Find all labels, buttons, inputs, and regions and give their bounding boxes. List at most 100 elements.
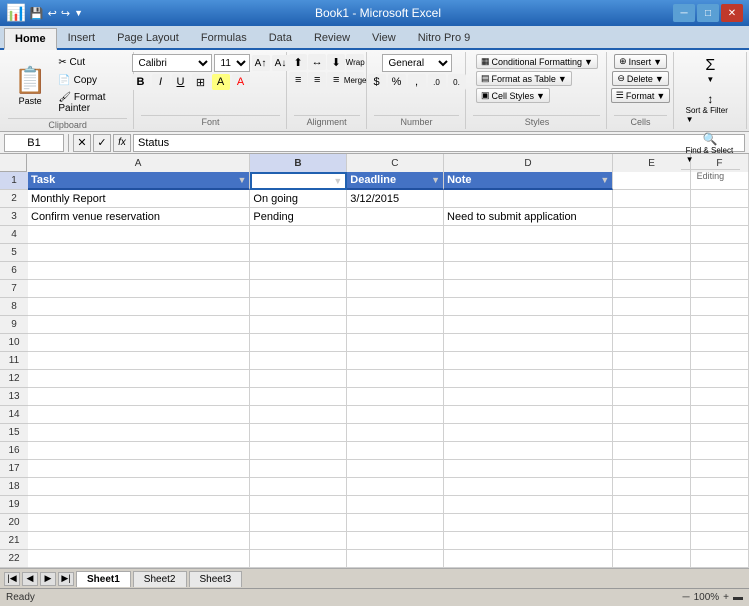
list-item[interactable]: [444, 388, 613, 406]
find-select-button[interactable]: 🔍 Find & Select ▼: [681, 129, 740, 167]
row-number[interactable]: 5: [0, 244, 28, 262]
cut-button[interactable]: ✂ Cut: [54, 54, 127, 70]
list-item[interactable]: [347, 478, 444, 496]
insert-cells-button[interactable]: ⊕ Insert ▼: [614, 54, 667, 69]
list-item[interactable]: [444, 190, 613, 208]
list-item[interactable]: [444, 442, 613, 460]
align-left-button[interactable]: ≡: [289, 72, 307, 88]
dropdown-arrow-icon[interactable]: ▼: [237, 175, 246, 185]
list-item[interactable]: [250, 424, 347, 442]
row-number[interactable]: 15: [0, 424, 28, 442]
list-item[interactable]: [691, 316, 749, 334]
list-item[interactable]: Confirm venue reservation: [28, 208, 250, 226]
row-number[interactable]: 9: [0, 316, 28, 334]
list-item[interactable]: [250, 352, 347, 370]
increase-font-icon[interactable]: A↑: [252, 55, 270, 71]
list-item[interactable]: [444, 460, 613, 478]
next-sheet-button[interactable]: ▶: [40, 572, 56, 586]
list-item[interactable]: [28, 316, 250, 334]
list-item[interactable]: [28, 550, 250, 568]
row-number[interactable]: 18: [0, 478, 28, 496]
tab-insert[interactable]: Insert: [57, 26, 107, 48]
list-item[interactable]: [28, 478, 250, 496]
list-item[interactable]: [444, 514, 613, 532]
list-item[interactable]: [613, 370, 691, 388]
list-item[interactable]: [444, 496, 613, 514]
autosum-button[interactable]: Σ ▼: [692, 54, 728, 87]
list-item[interactable]: [347, 406, 444, 424]
list-item[interactable]: [691, 208, 749, 226]
list-item[interactable]: [347, 316, 444, 334]
row-number[interactable]: 21: [0, 532, 28, 550]
list-item[interactable]: [691, 370, 749, 388]
list-item[interactable]: [347, 262, 444, 280]
list-item[interactable]: [613, 262, 691, 280]
last-sheet-button[interactable]: ▶|: [58, 572, 74, 586]
list-item[interactable]: [250, 406, 347, 424]
sheet-tab-1[interactable]: Sheet1: [76, 571, 131, 587]
first-sheet-button[interactable]: |◀: [4, 572, 20, 586]
list-item[interactable]: [613, 550, 691, 568]
list-item[interactable]: [250, 316, 347, 334]
list-item[interactable]: [347, 514, 444, 532]
list-item[interactable]: [444, 226, 613, 244]
list-item[interactable]: [28, 334, 250, 352]
col-header-B[interactable]: B: [250, 154, 347, 172]
list-item[interactable]: [691, 478, 749, 496]
row-number[interactable]: 20: [0, 514, 28, 532]
list-item[interactable]: [613, 208, 691, 226]
list-item[interactable]: [691, 532, 749, 550]
quick-access-dropdown[interactable]: ▼: [74, 8, 83, 18]
list-item[interactable]: [250, 514, 347, 532]
list-item[interactable]: [347, 442, 444, 460]
col-header-A[interactable]: A: [27, 154, 250, 172]
row-number[interactable]: 22: [0, 550, 28, 568]
list-item[interactable]: [28, 388, 250, 406]
list-item[interactable]: [444, 298, 613, 316]
list-item[interactable]: Status▼: [250, 172, 347, 190]
zoom-out-button[interactable]: ─: [682, 592, 689, 603]
font-name-select[interactable]: Calibri: [132, 54, 212, 72]
number-format-select[interactable]: General: [382, 54, 452, 72]
list-item[interactable]: [444, 352, 613, 370]
tab-formulas[interactable]: Formulas: [190, 26, 258, 48]
tab-view[interactable]: View: [361, 26, 407, 48]
fill-color-button[interactable]: A: [212, 74, 230, 90]
paste-button[interactable]: 📋 Paste: [8, 61, 52, 110]
underline-button[interactable]: U: [172, 74, 190, 90]
list-item[interactable]: [28, 442, 250, 460]
list-item[interactable]: [691, 406, 749, 424]
list-item[interactable]: [613, 532, 691, 550]
list-item[interactable]: [613, 226, 691, 244]
prev-sheet-button[interactable]: ◀: [22, 572, 38, 586]
decrease-decimal-button[interactable]: 0.: [448, 74, 466, 90]
tab-data[interactable]: Data: [258, 26, 303, 48]
list-item[interactable]: [444, 316, 613, 334]
list-item[interactable]: [28, 352, 250, 370]
list-item[interactable]: [613, 442, 691, 460]
quick-access-undo[interactable]: ↩: [48, 7, 57, 20]
col-header-D[interactable]: D: [444, 154, 614, 172]
list-item[interactable]: [613, 280, 691, 298]
list-item[interactable]: [28, 532, 250, 550]
list-item[interactable]: [250, 550, 347, 568]
quick-access-redo[interactable]: ↪: [61, 7, 70, 20]
row-number[interactable]: 11: [0, 352, 28, 370]
list-item[interactable]: [28, 280, 250, 298]
comma-button[interactable]: ,: [408, 74, 426, 90]
list-item[interactable]: [691, 262, 749, 280]
increase-decimal-button[interactable]: .0: [428, 74, 446, 90]
row-number[interactable]: 4: [0, 226, 28, 244]
list-item[interactable]: [613, 334, 691, 352]
list-item[interactable]: [347, 244, 444, 262]
list-item[interactable]: Deadline▼: [347, 172, 444, 190]
format-painter-button[interactable]: 🖌 Format Painter: [54, 90, 127, 116]
list-item[interactable]: [613, 388, 691, 406]
list-item[interactable]: [250, 262, 347, 280]
list-item[interactable]: Pending: [250, 208, 347, 226]
list-item[interactable]: [691, 550, 749, 568]
list-item[interactable]: [613, 424, 691, 442]
format-cells-button[interactable]: ☰ Format ▼: [611, 88, 671, 103]
list-item[interactable]: [613, 316, 691, 334]
insert-function-button[interactable]: fx: [113, 134, 131, 152]
